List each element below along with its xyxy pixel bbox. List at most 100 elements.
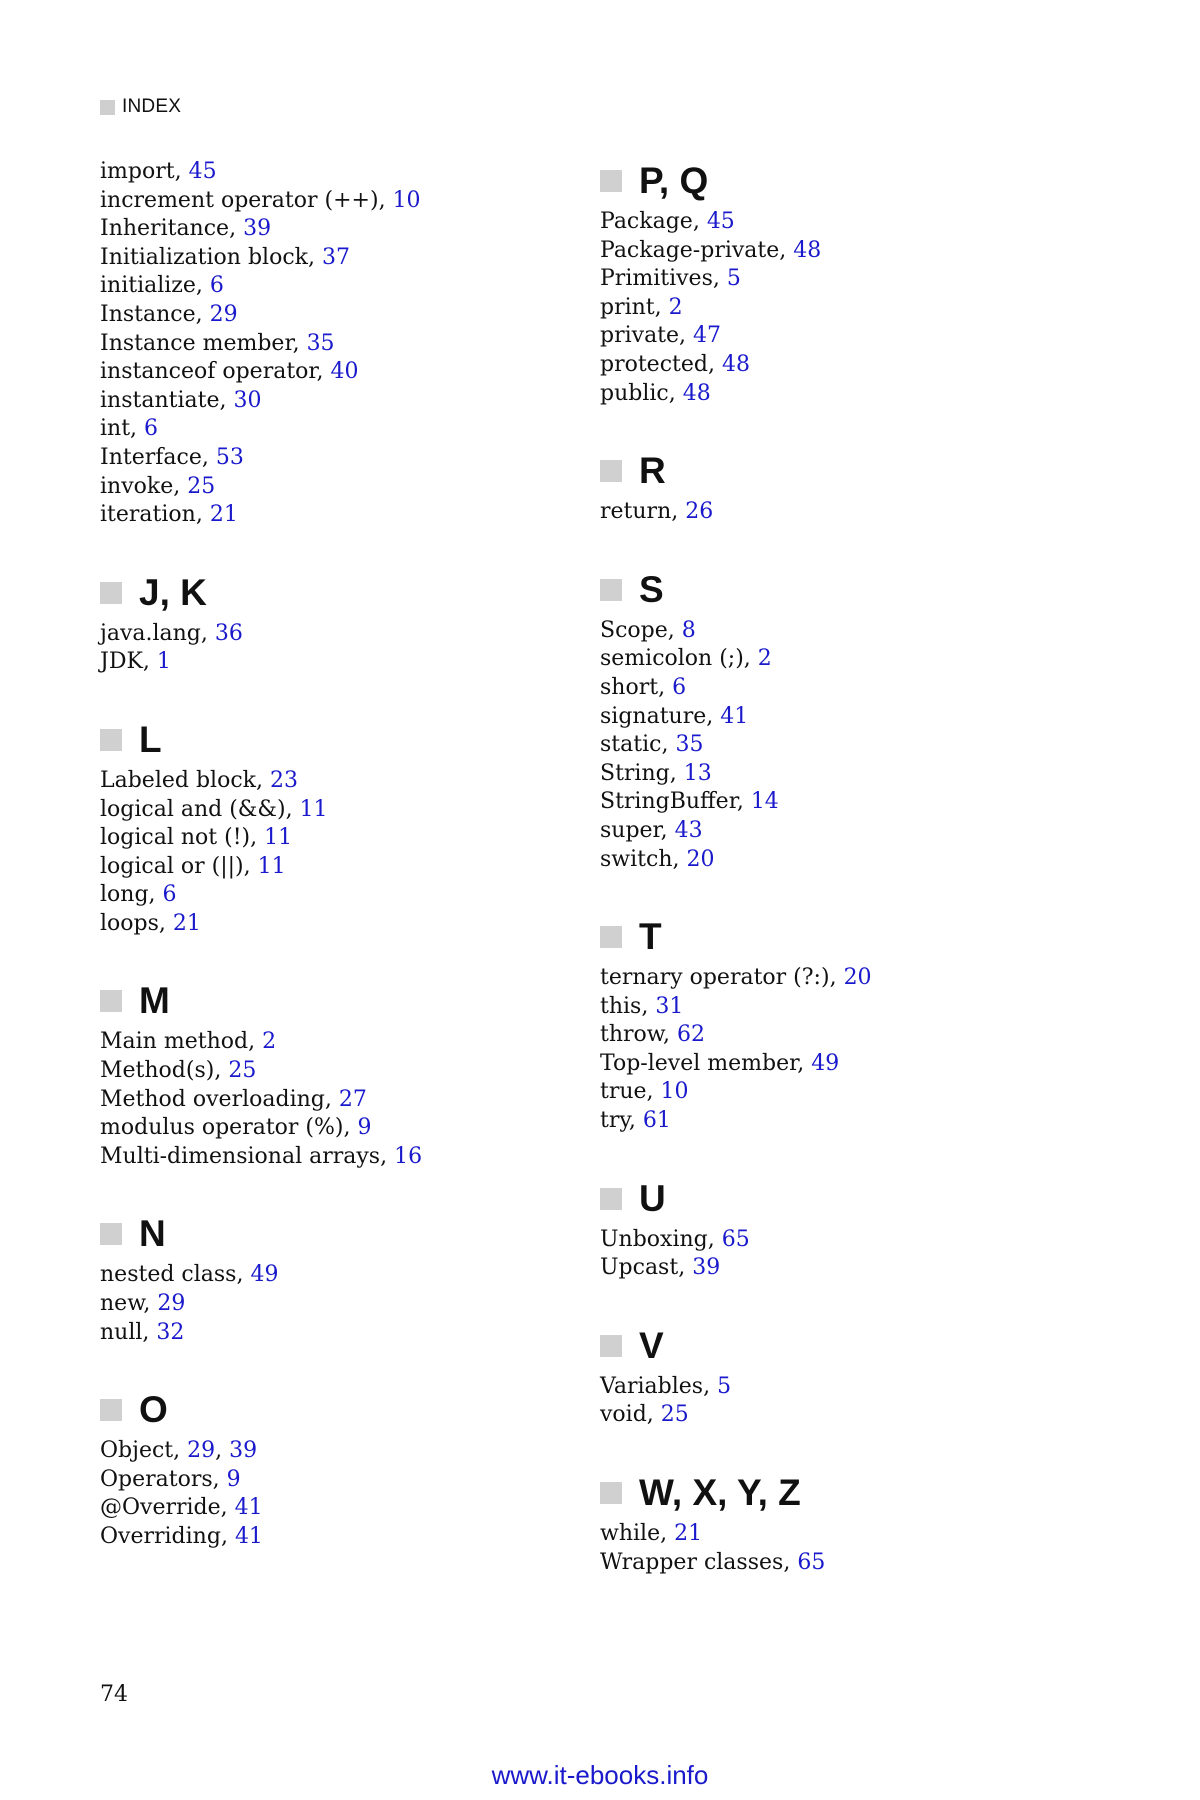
page-reference-link[interactable]: 11 xyxy=(258,854,286,879)
index-entry: Package-private, 48 xyxy=(600,237,822,263)
page-reference-link[interactable]: 35 xyxy=(675,732,703,757)
page-reference-link[interactable]: 11 xyxy=(264,825,292,850)
index-entry: logical and (&&), 11 xyxy=(100,796,328,822)
entry-term: long xyxy=(100,882,149,908)
page-reference-link[interactable]: 2 xyxy=(669,295,683,320)
page-reference-link[interactable]: 29 xyxy=(187,1438,215,1463)
page-reference-link[interactable]: 62 xyxy=(677,1022,705,1047)
page-reference-link[interactable]: 6 xyxy=(163,882,177,907)
heading-square-icon xyxy=(600,926,622,949)
page-reference-link[interactable]: 25 xyxy=(661,1402,689,1427)
page-reference-link[interactable]: 29 xyxy=(210,302,238,327)
page-reference-link[interactable]: 45 xyxy=(707,209,735,234)
entry-term: new xyxy=(100,1291,144,1317)
index-entry: protected, 48 xyxy=(600,351,750,377)
index-entry: try, 61 xyxy=(600,1108,671,1134)
page-reference-link[interactable]: 40 xyxy=(331,359,359,384)
entry-term: Labeled block xyxy=(100,767,256,793)
heading-square-icon xyxy=(100,581,122,604)
page-reference-link[interactable]: 45 xyxy=(189,159,217,184)
page-reference-link[interactable]: 53 xyxy=(216,445,244,470)
page-reference-link[interactable]: 10 xyxy=(661,1079,689,1104)
page-reference-link[interactable]: 29 xyxy=(157,1291,185,1316)
page-reference-link[interactable]: 10 xyxy=(393,188,421,213)
page-reference-link[interactable]: 27 xyxy=(339,1087,367,1112)
heading-square-icon xyxy=(600,1334,622,1357)
header-label: INDEX xyxy=(122,96,182,117)
page-reference-link[interactable]: 48 xyxy=(722,352,750,377)
page-reference-link[interactable]: 2 xyxy=(758,646,772,671)
page-reference-link[interactable]: 20 xyxy=(687,847,715,872)
index-entry: String, 13 xyxy=(600,760,712,786)
index-entry: Initialization block, 37 xyxy=(100,244,350,270)
page-reference-link[interactable]: 14 xyxy=(751,789,779,814)
page-reference-link[interactable]: 25 xyxy=(228,1058,256,1083)
page-reference-link[interactable]: 20 xyxy=(844,965,872,990)
page-reference-link[interactable]: 31 xyxy=(655,994,683,1019)
page-reference-link[interactable]: 21 xyxy=(674,1521,702,1546)
page-reference-link[interactable]: 41 xyxy=(235,1495,263,1520)
index-column-left: import, 45 increment operator (++), 10 Inh… xyxy=(100,158,570,1592)
page-reference-link[interactable]: 23 xyxy=(270,768,298,793)
heading-square-icon xyxy=(100,728,122,751)
page-reference-link[interactable]: 37 xyxy=(322,245,350,270)
heading-square-icon xyxy=(600,1187,622,1210)
page-reference-link[interactable]: 9 xyxy=(358,1115,372,1140)
index-section: import, 45 increment operator (++), 10 Inh… xyxy=(100,158,570,530)
page-reference-link[interactable]: 43 xyxy=(675,818,703,843)
heading-square-icon xyxy=(600,1482,622,1505)
page-reference-link[interactable]: 5 xyxy=(717,1374,731,1399)
page-reference-link[interactable]: 26 xyxy=(685,499,713,524)
page-reference-link[interactable]: 39 xyxy=(692,1255,720,1280)
page-reference-link[interactable]: 8 xyxy=(682,618,696,643)
entry-term: StringBuffer xyxy=(600,789,737,815)
page-reference-link[interactable]: 49 xyxy=(250,1262,278,1287)
index-entry: this, 31 xyxy=(600,993,684,1019)
page-reference-link[interactable]: 21 xyxy=(210,502,238,527)
header-square-icon xyxy=(100,99,115,115)
index-entry: private, 47 xyxy=(600,323,722,349)
page-reference-link[interactable]: 21 xyxy=(173,911,201,936)
page-reference-link[interactable]: 1 xyxy=(157,649,171,674)
page-reference-link[interactable]: 39 xyxy=(229,1438,257,1463)
page-reference-link[interactable]: 2 xyxy=(262,1029,276,1054)
page-reference-link[interactable]: 39 xyxy=(243,216,271,241)
page-reference-link[interactable]: 48 xyxy=(793,238,821,263)
entry-term: initialize xyxy=(100,273,196,299)
index-entry: instantiate, 30 xyxy=(100,387,262,413)
entry-term: Top-level member xyxy=(600,1050,798,1076)
page-reference-link[interactable]: 30 xyxy=(233,388,261,413)
section-letters: T xyxy=(639,916,662,958)
page-reference-link[interactable]: 61 xyxy=(643,1108,671,1133)
page-reference-link[interactable]: 25 xyxy=(187,474,215,499)
page-reference-link[interactable]: 49 xyxy=(811,1051,839,1076)
page-reference-link[interactable]: 9 xyxy=(227,1467,241,1492)
page-reference-link[interactable]: 47 xyxy=(693,323,721,348)
page-reference-link[interactable]: 41 xyxy=(235,1524,263,1549)
page-reference-link[interactable]: 36 xyxy=(215,621,243,646)
page-reference-link[interactable]: 13 xyxy=(684,761,712,786)
index-section: O Object, 29, 39 Operators, 9 @Override, 41… xyxy=(100,1387,570,1551)
page-reference-link[interactable]: 65 xyxy=(722,1227,750,1252)
page-reference-link[interactable]: 41 xyxy=(720,704,748,729)
entry-term: Wrapper classes xyxy=(600,1549,784,1575)
footer-website-link[interactable]: www.it-ebooks.info xyxy=(0,1760,1200,1791)
page-reference-link[interactable]: 65 xyxy=(797,1550,825,1575)
page-reference-link[interactable]: 35 xyxy=(307,331,335,356)
section-heading: N xyxy=(100,1211,570,1257)
page-reference-link[interactable]: 48 xyxy=(683,381,711,406)
entry-term: logical not (!) xyxy=(100,825,251,851)
page-reference-link[interactable]: 11 xyxy=(300,797,328,822)
entry-term: Method(s) xyxy=(100,1058,215,1084)
page-reference-link[interactable]: 16 xyxy=(394,1144,422,1169)
heading-square-icon xyxy=(600,578,622,601)
entry-term: Inheritance xyxy=(100,216,230,242)
page-reference-link[interactable]: 6 xyxy=(210,273,224,298)
page-reference-link[interactable]: 5 xyxy=(727,266,741,291)
page-reference-link[interactable]: 6 xyxy=(672,675,686,700)
page-reference-link[interactable]: 6 xyxy=(144,416,158,441)
index-entry: Main method, 2 xyxy=(100,1029,277,1055)
index-entry: switch, 20 xyxy=(600,846,715,872)
page-reference-link[interactable]: 32 xyxy=(156,1320,184,1345)
section-letters: S xyxy=(639,568,664,610)
